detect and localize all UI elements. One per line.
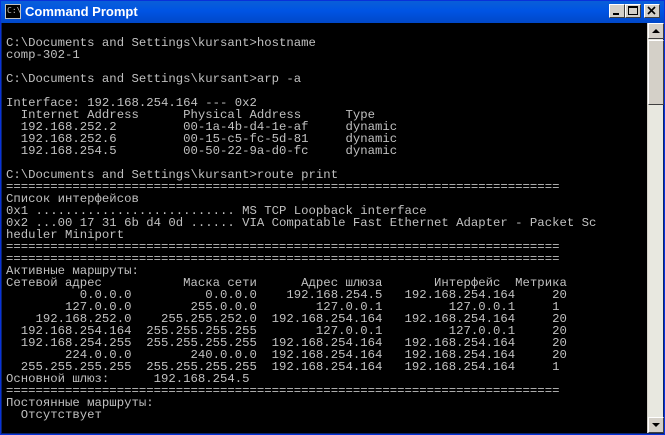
window-title: Command Prompt xyxy=(25,4,138,19)
minimize-icon xyxy=(613,13,619,15)
maximize-button[interactable] xyxy=(625,4,641,18)
title-bar[interactable]: C:\ Command Prompt xyxy=(1,1,664,23)
close-button[interactable] xyxy=(644,4,660,18)
console-line: 192.168.254.5 00-50-22-9a-d0-fc dynamic xyxy=(6,144,398,158)
vertical-scrollbar[interactable] xyxy=(647,23,664,433)
console-app-icon[interactable]: C:\ xyxy=(5,4,21,19)
console-line: comp-302-1 xyxy=(6,48,80,62)
console-output[interactable]: C:\Documents and Settings\kursant>hostna… xyxy=(2,23,647,433)
close-icon xyxy=(647,6,656,15)
arrow-up-icon xyxy=(652,29,660,33)
maximize-icon xyxy=(628,6,638,15)
scrollbar-thumb[interactable] xyxy=(648,40,664,105)
minimize-button[interactable] xyxy=(609,4,625,18)
arrow-down-icon xyxy=(652,423,660,427)
console-line: C:\Documents and Settings\kursant>arp -a xyxy=(6,72,302,86)
console-line: Отсутствует xyxy=(6,408,102,422)
scroll-down-button[interactable] xyxy=(648,417,664,433)
command-prompt-window: C:\ Command Prompt C:\Documents and Sett… xyxy=(0,0,665,435)
scroll-up-button[interactable] xyxy=(648,23,664,39)
